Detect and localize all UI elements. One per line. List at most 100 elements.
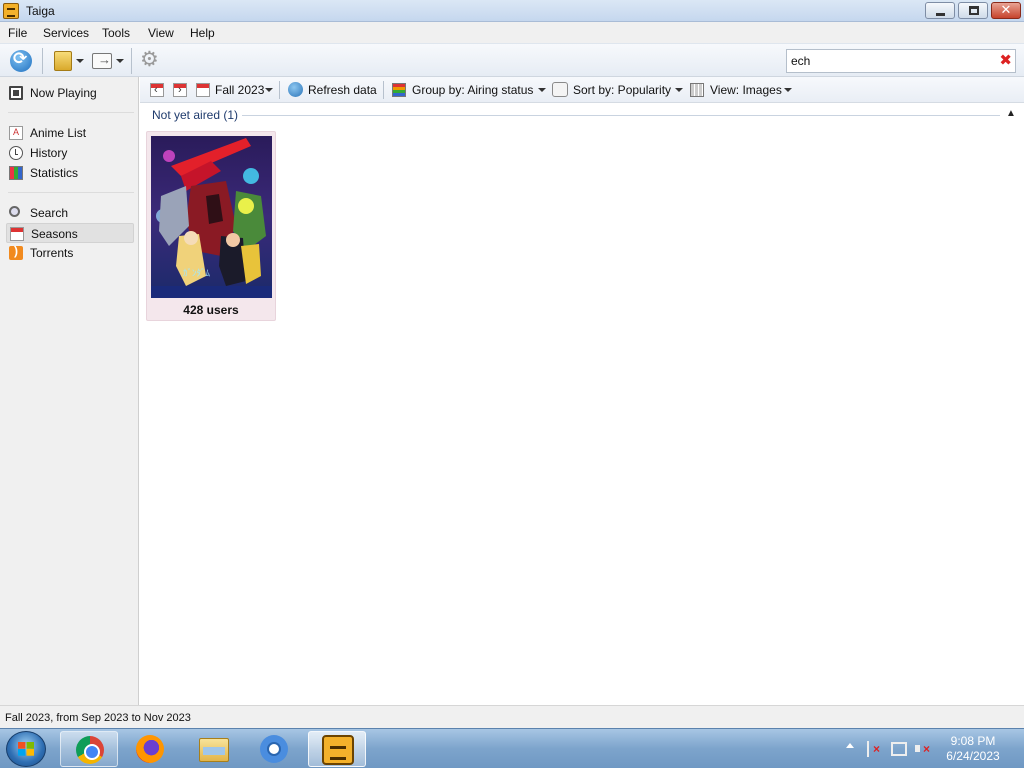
chevron-down-icon xyxy=(116,59,124,63)
sidebar-item-torrents[interactable]: Torrents xyxy=(6,243,134,263)
taskbar: 9:08 PM 6/24/2023 xyxy=(0,728,1024,768)
settings-gear-icon[interactable]: ⚙ xyxy=(140,47,164,73)
sidebar: Now Playing Anime List History Statistic… xyxy=(0,77,139,705)
taskbar-chrome[interactable] xyxy=(60,731,118,767)
firefox-icon xyxy=(136,735,164,763)
search-field[interactable]: ✖ xyxy=(786,49,1016,73)
export-icon xyxy=(92,52,112,69)
group-by-dropdown[interactable]: Group by: Airing status xyxy=(412,83,533,97)
sidebar-item-search[interactable]: Search xyxy=(6,203,134,223)
view-dropdown[interactable]: View: Images xyxy=(710,83,782,97)
sort-by-dropdown[interactable]: Sort by: Popularity xyxy=(573,83,671,97)
refresh-data-button[interactable]: Refresh data xyxy=(308,83,377,97)
season-selector[interactable]: Fall 2023 xyxy=(215,83,264,97)
sidebar-item-label: History xyxy=(30,146,68,160)
clock-date: 6/24/2023 xyxy=(946,749,1000,763)
search-input[interactable] xyxy=(791,53,991,69)
sync-icon xyxy=(10,49,32,72)
clear-search-icon[interactable]: ✖ xyxy=(999,51,1012,69)
folder-icon xyxy=(54,51,72,71)
taskbar-firefox[interactable] xyxy=(121,731,179,767)
folders-button[interactable] xyxy=(52,48,86,74)
chrome-icon xyxy=(76,736,104,764)
seasons-content: Not yet aired (1) ▲ ｶﾞﾝﾀﾞﾑ 428 users xyxy=(140,104,1024,705)
minimize-icon xyxy=(936,13,945,16)
now-playing-icon xyxy=(9,86,23,100)
sidebar-divider xyxy=(8,112,134,113)
chevron-down-icon[interactable] xyxy=(265,88,273,92)
sidebar-item-label: Now Playing xyxy=(30,86,97,100)
sidebar-divider xyxy=(8,192,134,193)
title-bar: Taiga ✕ xyxy=(0,0,1024,22)
system-clock[interactable]: 9:08 PM 6/24/2023 xyxy=(936,734,1010,764)
anime-card[interactable]: ｶﾞﾝﾀﾞﾑ 428 users xyxy=(146,131,276,321)
toolbar-separator xyxy=(42,48,43,74)
menu-bar: File Services Tools View Help xyxy=(0,22,1024,43)
menu-help[interactable]: Help xyxy=(190,26,215,40)
show-hidden-icons-icon[interactable] xyxy=(846,743,854,748)
view-icon xyxy=(690,83,704,97)
chevron-down-icon[interactable] xyxy=(538,88,546,92)
file-explorer-icon xyxy=(199,738,229,762)
menu-file[interactable]: File xyxy=(8,26,27,40)
volume-muted-icon[interactable] xyxy=(915,742,931,756)
synchronize-button[interactable] xyxy=(8,48,34,74)
sidebar-item-seasons[interactable]: Seasons xyxy=(6,223,134,243)
sidebar-item-anime-list[interactable]: Anime List xyxy=(6,123,134,143)
seasons-icon xyxy=(10,227,24,241)
taskbar-taiga[interactable] xyxy=(308,731,366,767)
group-by-icon xyxy=(392,83,406,97)
menu-services[interactable]: Services xyxy=(43,26,89,40)
export-button[interactable] xyxy=(92,48,128,74)
toolbar-separator xyxy=(131,48,132,74)
search-icon xyxy=(9,206,20,217)
chevron-down-icon[interactable] xyxy=(784,88,792,92)
close-icon: ✕ xyxy=(1000,2,1012,17)
status-bar: Fall 2023, from Sep 2023 to Nov 2023 xyxy=(0,705,1024,728)
sidebar-item-label: Torrents xyxy=(30,246,74,260)
taiga-app-icon xyxy=(3,3,19,19)
sidebar-item-label: Seasons xyxy=(31,227,78,241)
chromium-icon xyxy=(260,735,288,763)
menu-tools[interactable]: Tools xyxy=(102,26,130,40)
collapse-group-icon[interactable]: ▲ xyxy=(1006,108,1016,119)
sidebar-item-statistics[interactable]: Statistics xyxy=(6,163,134,183)
clock-time: 9:08 PM xyxy=(950,734,996,748)
status-text: Fall 2023, from Sep 2023 to Nov 2023 xyxy=(5,712,191,724)
statistics-icon xyxy=(9,166,23,180)
network-icon[interactable] xyxy=(891,742,907,756)
chevron-down-icon xyxy=(76,59,84,63)
group-divider xyxy=(242,115,1000,116)
calendar-icon xyxy=(196,83,210,97)
seasons-toolbar: Fall 2023 Refresh data Group by: Airing … xyxy=(140,77,1024,103)
restore-button[interactable] xyxy=(958,2,988,19)
group-header[interactable]: Not yet aired (1) xyxy=(152,108,238,122)
previous-season-icon[interactable] xyxy=(150,83,164,97)
close-button[interactable]: ✕ xyxy=(991,2,1021,19)
menu-view[interactable]: View xyxy=(148,26,174,40)
svg-text:ｶﾞﾝﾀﾞﾑ: ｶﾞﾝﾀﾞﾑ xyxy=(183,268,211,279)
window-title: Taiga xyxy=(26,4,55,18)
toolbar-separator xyxy=(279,81,280,99)
action-center-flag-icon[interactable] xyxy=(867,741,881,757)
sidebar-item-label: Statistics xyxy=(30,166,79,180)
refresh-icon xyxy=(288,82,303,97)
sidebar-item-now-playing[interactable]: Now Playing xyxy=(6,83,134,103)
restore-icon xyxy=(969,6,979,15)
minimize-button[interactable] xyxy=(925,2,955,19)
sidebar-item-label: Anime List xyxy=(30,126,87,140)
anime-poster-image: ｶﾞﾝﾀﾞﾑ xyxy=(151,136,272,298)
next-season-icon[interactable] xyxy=(173,83,187,97)
history-icon xyxy=(9,146,23,160)
chevron-down-icon[interactable] xyxy=(675,88,683,92)
sidebar-item-label: Search xyxy=(30,206,69,220)
sort-by-icon xyxy=(552,82,568,97)
anime-list-icon xyxy=(9,126,23,140)
start-button[interactable] xyxy=(6,731,46,767)
sidebar-item-history[interactable]: History xyxy=(6,143,134,163)
taskbar-chromium[interactable] xyxy=(245,731,303,767)
taiga-icon xyxy=(322,735,354,765)
anime-card-users: 428 users xyxy=(183,303,239,317)
taskbar-file-explorer[interactable] xyxy=(184,731,242,767)
toolbar-separator xyxy=(383,81,384,99)
